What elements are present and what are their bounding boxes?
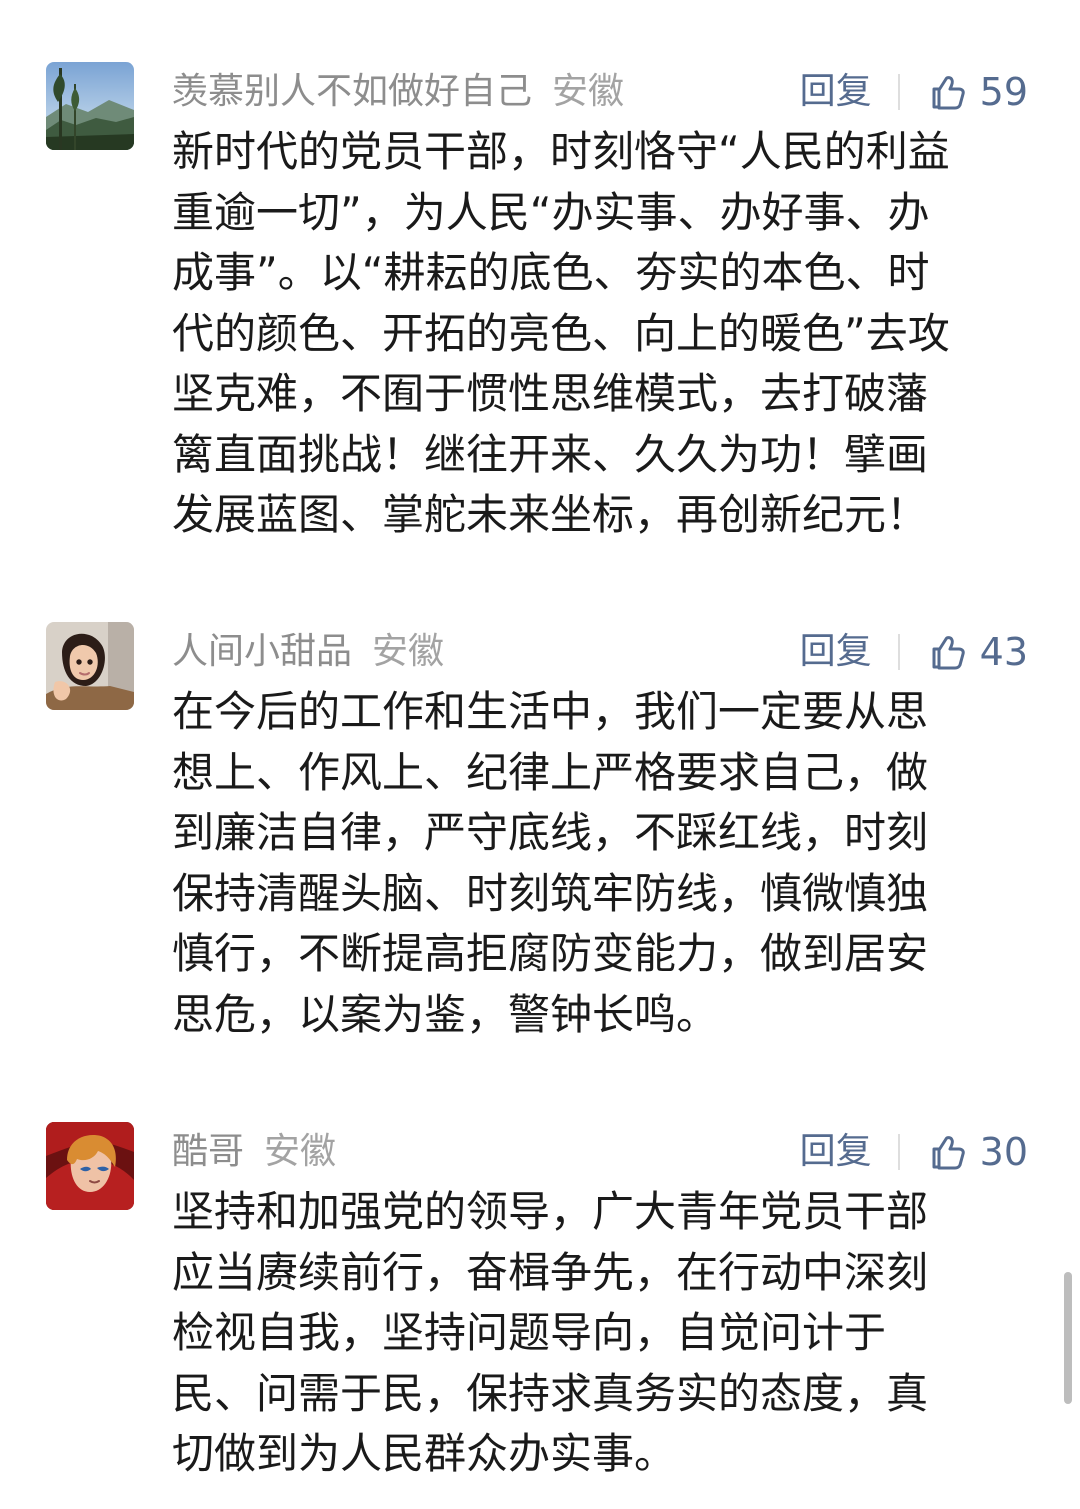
comment-line: 篱直面挑战！继往开来、久久为功！擘画: [172, 429, 929, 479]
reply-button[interactable]: 回复: [800, 1122, 872, 1182]
location-label: 安徽: [552, 71, 625, 112]
thumbs-up-icon: [932, 636, 965, 670]
comment-line: 想上、作风上、纪律上严格要求自己，做: [172, 747, 929, 797]
comment-content: 新时代的党员干部，时刻恪守“人民的利益 重逾一切”，为人民“办实事、办好事、办 …: [172, 122, 1032, 546]
comment-line: 检视自我，坚持问题导向，自觉问计于: [172, 1308, 887, 1357]
comment-line: 坚克难，不囿于惯性思维模式，去打破藩: [172, 369, 929, 418]
username[interactable]: 酷哥: [172, 1131, 244, 1172]
reply-button[interactable]: 回复: [800, 62, 872, 122]
location-label: 安徽: [264, 1131, 337, 1172]
like-count: 30: [979, 1130, 1028, 1174]
avatar[interactable]: [46, 1122, 134, 1210]
comment-meta: 人间小甜品 安徽: [172, 622, 444, 682]
comment-line: 慎行，不断提高拒腐防变能力，做到居安: [172, 929, 929, 978]
landscape-avatar-icon: [46, 62, 134, 150]
comment-line: 成事”。以“耕耘的底色、夯实的本色、时: [172, 248, 930, 297]
comment-line: 到廉洁自律，严守底线，不踩红线，时刻: [172, 808, 929, 857]
comment-actions: 回复 43: [800, 622, 1028, 682]
comment-content: 坚持和加强党的领导，广大青年党员干部 应当赓续前行，奋楫争先，在行动中深刻 检视…: [172, 1182, 1032, 1485]
comment-line: 重逾一切”，为人民“办实事、办好事、办: [172, 187, 930, 237]
comment-line: 代的颜色、开拓的亮色、向上的暖色”去攻: [172, 308, 950, 358]
comment-meta: 酷哥 安徽: [172, 1122, 336, 1182]
comment-line: 应当赓续前行，奋楫争先，在行动中深刻: [172, 1247, 929, 1297]
comment-actions: 回复 30: [800, 1122, 1028, 1182]
username[interactable]: 羡慕别人不如做好自己: [172, 71, 532, 112]
anime-avatar-icon: [46, 1122, 134, 1210]
thumbs-up-icon: [932, 1136, 965, 1170]
comment-line: 切做到为人民群众办实事。: [172, 1429, 677, 1478]
comment-line: 思危，以案为鉴，警钟长鸣。: [172, 989, 719, 1039]
comment-line: 在今后的工作和生活中，我们一定要从思: [172, 687, 929, 736]
like-button[interactable]: 30: [926, 1122, 1028, 1182]
comment-meta: 羡慕别人不如做好自己 安徽: [172, 62, 624, 122]
child-avatar-icon: [46, 622, 134, 710]
like-button[interactable]: 59: [926, 62, 1028, 122]
comment-line: 民、问需于民，保持求真务实的态度，真: [172, 1368, 929, 1418]
avatar[interactable]: [46, 62, 134, 150]
scrollbar[interactable]: [1064, 1272, 1072, 1404]
like-count: 59: [979, 70, 1028, 114]
comment-actions: 回复 59: [800, 62, 1028, 122]
comment-line: 保持清醒头脑、时刻筑牢防线，慎微慎独: [172, 868, 929, 918]
avatar[interactable]: [46, 622, 134, 710]
action-divider: [897, 74, 900, 110]
like-count: 43: [979, 630, 1028, 674]
comment-line: 发展蓝图、掌舵未来坐标，再创新纪元！: [172, 490, 929, 539]
reply-button[interactable]: 回复: [800, 622, 872, 682]
location-label: 安徽: [372, 631, 445, 672]
comment-line: 新时代的党员干部，时刻恪守“人民的利益: [172, 127, 950, 176]
comment-content: 在今后的工作和生活中，我们一定要从思 想上、作风上、纪律上严格要求自己，做 到廉…: [172, 682, 1032, 1045]
action-divider: [897, 634, 900, 670]
username[interactable]: 人间小甜品: [172, 631, 352, 672]
thumbs-up-icon: [932, 76, 965, 110]
action-divider: [897, 1134, 900, 1170]
like-button[interactable]: 43: [926, 622, 1028, 682]
comment-line: 坚持和加强党的领导，广大青年党员干部: [172, 1187, 929, 1236]
